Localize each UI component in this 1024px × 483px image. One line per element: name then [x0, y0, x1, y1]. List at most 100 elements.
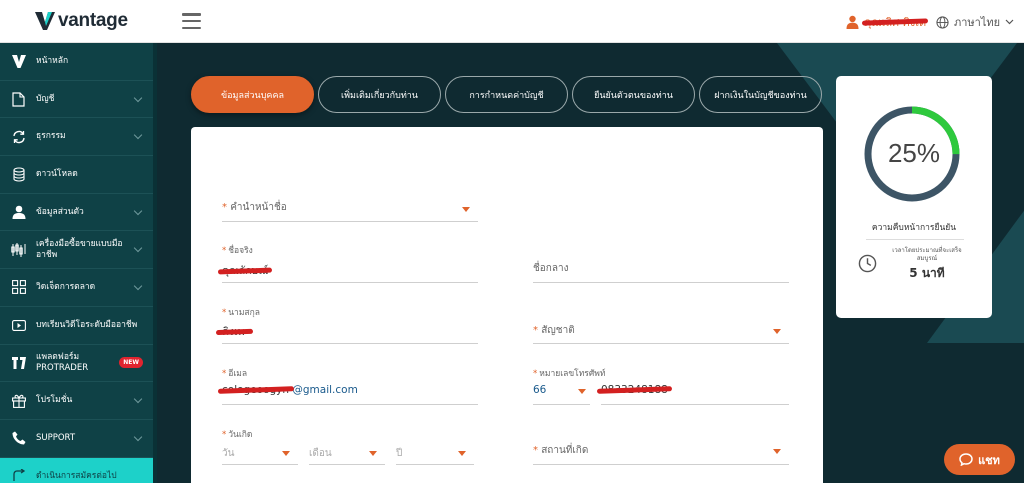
- dob-day-label: วัน: [222, 448, 235, 459]
- sidebar-item-label: โปรโมชั่น: [36, 395, 73, 406]
- user-icon: [846, 15, 859, 29]
- nationality-label: * สัญชาติ: [533, 325, 575, 336]
- widgets-icon: [11, 280, 26, 295]
- protrader-icon: [11, 355, 26, 370]
- user-name: คุณเลิศ คิงเด: [861, 13, 929, 31]
- sidebar-item-home[interactable]: หน้าหลัก: [0, 43, 157, 81]
- sidebar-item-continue-registration[interactable]: ดำเนินการสมัครต่อไป: [0, 457, 157, 483]
- last-name-label: * นามสกุล: [222, 308, 260, 318]
- top-bar: vantage คุณเลิศ คิงเด ภาษาไทย: [0, 0, 1024, 43]
- dob-month-label: เดือน: [309, 448, 332, 459]
- verification-progress-card: 25% ความคืบหน้าการยืนยัน เวลาโดยประมาณที…: [836, 76, 992, 318]
- exchange-icon: [11, 129, 26, 144]
- phone-field[interactable]: *หมายเลขโทรศัพท์ 66 0833248188: [533, 366, 789, 405]
- chevron-down-icon: [133, 394, 143, 404]
- phone-icon: [11, 431, 26, 446]
- sidebar-item-promotions[interactable]: โปรโมชั่น: [0, 382, 157, 420]
- globe-icon: [936, 15, 949, 29]
- new-badge: NEW: [119, 357, 143, 369]
- birthplace-label: * สถานที่เกิด: [533, 445, 589, 456]
- arrow-icon: [11, 468, 26, 483]
- vantage-logo-icon: [11, 54, 26, 69]
- last-name-field[interactable]: *นามสกุล คิงเพ: [215, 305, 478, 344]
- caret-down-icon: [369, 451, 377, 456]
- phone-label: * หมายเลขโทรศัพท์: [533, 369, 606, 379]
- estimated-time-value: 5 นาที: [909, 266, 945, 280]
- sidebar-item-account[interactable]: บัญชี: [0, 81, 157, 119]
- dob-month-select[interactable]: เดือน: [309, 443, 385, 465]
- sidebar-item-label: ดำเนินการสมัครต่อไป: [36, 470, 117, 481]
- dob-day-select[interactable]: วัน: [222, 443, 298, 465]
- middle-name-field[interactable]: ชื่อกลาง: [533, 243, 789, 283]
- gift-icon: [11, 393, 26, 408]
- chat-button[interactable]: แชท: [944, 444, 1015, 475]
- vantage-logo-icon: [35, 12, 55, 30]
- tab-verify-identity[interactable]: ยืนยันตัวตนของท่าน: [572, 76, 695, 113]
- sidebar-item-label: SUPPORT: [36, 432, 76, 443]
- sidebar-item-label: ธุรกรรม: [36, 131, 66, 142]
- sidebar-item-label: ข้อมูลส่วนตัว: [36, 206, 84, 217]
- chevron-down-icon: [133, 244, 143, 253]
- candlestick-icon: [11, 242, 26, 257]
- sidebar-item-market-widgets[interactable]: วิดเจ็ตการตลาด: [0, 269, 157, 307]
- brand-name: vantage: [58, 10, 128, 31]
- sidebar-item-profile[interactable]: ข้อมูลส่วนตัว: [0, 194, 157, 232]
- sidebar-item-video-lessons[interactable]: บทเรียนวิดีโอระดับมืออาชีพ: [0, 307, 157, 345]
- birthplace-select[interactable]: * สถานที่เกิด: [533, 427, 789, 465]
- chevron-down-icon: [133, 93, 143, 102]
- user-icon: [11, 205, 26, 220]
- tab-about-you[interactable]: เพิ่มเติมเกี่ยวกับท่าน: [318, 76, 441, 113]
- user-menu[interactable]: คุณเลิศ คิงเด: [846, 13, 929, 31]
- caret-down-icon: [773, 329, 781, 334]
- last-name-value: คิงเพ: [215, 323, 253, 340]
- tab-account-config[interactable]: การกำหนดค่าบัญชี: [445, 76, 568, 113]
- caret-down-icon: [773, 449, 781, 454]
- registration-steps: ข้อมูลส่วนบุคคล เพิ่มเติมเกี่ยวกับท่าน ก…: [191, 76, 822, 113]
- first-name-value: คุณลักษณ์: [217, 262, 273, 279]
- tab-personal-info[interactable]: ข้อมูลส่วนบุคคล: [191, 76, 314, 113]
- caret-down-icon: [578, 389, 586, 394]
- menu-toggle-icon[interactable]: [182, 13, 201, 29]
- personal-info-form: * คำนำหน้าชื่อ *ชื่อจริง คุณลักษณ์ ชื่อก…: [191, 127, 823, 483]
- sidebar-item-label: ดาวน์โหลด: [36, 169, 78, 180]
- sidebar-item-pro-tools[interactable]: เครื่องมือซื้อขายแบบมืออาชีพ: [0, 231, 157, 270]
- divider: [866, 239, 964, 240]
- email-label: * อีเมล: [222, 369, 248, 379]
- chat-bubble-icon: [959, 453, 973, 466]
- dob-year-select[interactable]: ปี: [396, 443, 474, 465]
- chevron-down-icon: [133, 281, 143, 291]
- caret-down-icon: [462, 207, 470, 212]
- sidebar-item-support[interactable]: SUPPORT: [0, 420, 157, 458]
- dob-label: * วันเกิด: [222, 430, 253, 440]
- video-icon: [11, 318, 26, 333]
- email-field[interactable]: *อีเมล cologeoogyn @gmail.com: [217, 366, 478, 405]
- language-label: ภาษาไทย: [954, 16, 1001, 29]
- sidebar-item-transactions[interactable]: ธุรกรรม: [0, 118, 157, 157]
- country-code-select[interactable]: 66: [533, 384, 546, 396]
- redaction-mark: [215, 328, 253, 335]
- title-label: * คำนำหน้าชื่อ: [222, 202, 287, 213]
- sidebar-item-download[interactable]: ดาวน์โหลด: [0, 156, 157, 194]
- chevron-down-icon: [133, 206, 143, 215]
- sidebar-item-label: บทเรียนวิดีโอระดับมืออาชีพ: [36, 319, 138, 330]
- first-name-field[interactable]: *ชื่อจริง คุณลักษณ์: [217, 243, 478, 283]
- chevron-down-icon: [1005, 19, 1014, 25]
- vantage-logo[interactable]: vantage: [34, 10, 128, 32]
- progress-title: ความคืบหน้าการยืนยัน: [871, 223, 957, 233]
- chevron-down-icon: [133, 130, 143, 140]
- chevron-down-icon: [133, 432, 143, 441]
- progress-percent: 25%: [887, 138, 941, 168]
- first-name-label: * ชื่อจริง: [222, 246, 253, 256]
- nationality-select[interactable]: * สัญชาติ: [533, 305, 789, 344]
- sidebar-item-label: แพลตฟอร์ม PROTRADER: [36, 352, 89, 373]
- language-selector[interactable]: ภาษาไทย: [936, 13, 1014, 31]
- dob-year-label: ปี: [396, 448, 403, 459]
- caret-down-icon: [458, 451, 466, 456]
- phone-value: 0833248188: [596, 384, 672, 396]
- tab-fund-account[interactable]: ฝากเงินในบัญชีของท่าน: [699, 76, 822, 113]
- title-select[interactable]: * คำนำหน้าชื่อ: [222, 195, 478, 222]
- sidebar-item-protrader[interactable]: แพลตฟอร์ม PROTRADER NEW: [0, 345, 157, 383]
- sidebar: หน้าหลัก บัญชี ธุรกรรม ดาวน์โหลด ข้อมูลส…: [0, 43, 157, 483]
- sidebar-item-label: บัญชี: [36, 93, 55, 104]
- sidebar-item-label: หน้าหลัก: [36, 56, 69, 67]
